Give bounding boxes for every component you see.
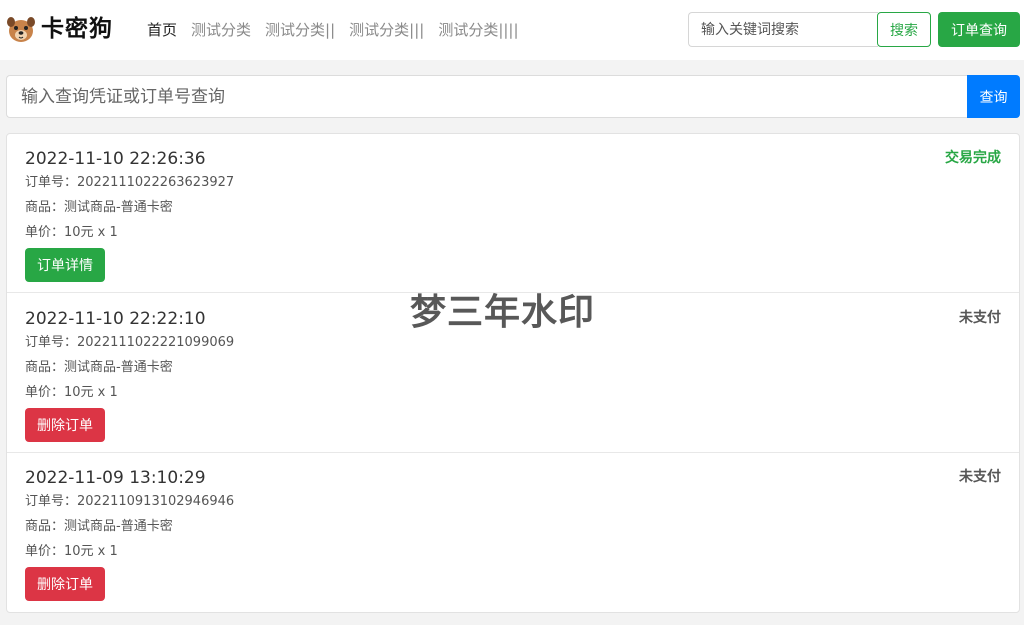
- nav-item-category-1[interactable]: 测试分类: [191, 20, 251, 40]
- order-status: 未支付: [959, 469, 1001, 485]
- dog-face-icon: [7, 17, 35, 42]
- order-time: 2022-11-10 22:26:36: [25, 149, 206, 169]
- nav-links: 首页 测试分类 测试分类|| 测试分类||| 测试分类||||: [147, 20, 533, 40]
- order-number: 订单号：2022111022263623927: [25, 175, 235, 190]
- delete-order-button[interactable]: 删除订单: [25, 567, 105, 601]
- order-number: 订单号：2022110913102946946: [25, 494, 235, 509]
- search-button[interactable]: 搜索: [877, 12, 931, 47]
- brand-name: 卡密狗: [41, 16, 113, 42]
- order-status: 未支付: [959, 310, 1001, 326]
- order-time: 2022-11-09 13:10:29: [25, 468, 206, 488]
- order-product: 商品：测试商品-普通卡密: [25, 200, 173, 215]
- keyword-search-input[interactable]: [688, 12, 878, 47]
- order-price: 单价：10元 x 1: [25, 225, 118, 240]
- order-product: 商品：测试商品-普通卡密: [25, 360, 173, 375]
- order-product: 商品：测试商品-普通卡密: [25, 519, 173, 534]
- nav-item-home[interactable]: 首页: [147, 20, 177, 40]
- delete-order-button[interactable]: 删除订单: [25, 408, 105, 442]
- order-time: 2022-11-10 22:22:10: [25, 309, 206, 329]
- order-card: 2022-11-10 22:22:10 未支付 订单号：202211102222…: [7, 294, 1019, 453]
- query-submit-button[interactable]: 查询: [967, 75, 1020, 118]
- order-detail-button[interactable]: 订单详情: [25, 248, 105, 282]
- order-query-input[interactable]: [6, 75, 968, 118]
- nav-item-category-4[interactable]: 测试分类||||: [438, 20, 518, 40]
- order-card: 2022-11-10 22:26:36 交易完成 订单号：20221110222…: [7, 134, 1019, 293]
- order-price: 单价：10元 x 1: [25, 385, 118, 400]
- order-status: 交易完成: [945, 150, 1001, 166]
- order-number: 订单号：2022111022221099069: [25, 335, 235, 350]
- order-price: 单价：10元 x 1: [25, 544, 118, 559]
- top-navbar: 卡密狗 首页 测试分类 测试分类|| 测试分类||| 测试分类|||| 搜索 订…: [0, 0, 1024, 60]
- order-card: 2022-11-09 13:10:29 未支付 订单号：202211091310…: [7, 453, 1019, 612]
- brand[interactable]: 卡密狗: [6, 14, 113, 44]
- nav-item-category-2[interactable]: 测试分类||: [265, 20, 335, 40]
- order-query-button[interactable]: 订单查询: [938, 12, 1020, 47]
- nav-item-category-3[interactable]: 测试分类|||: [349, 20, 424, 40]
- order-list: 2022-11-10 22:26:36 交易完成 订单号：20221110222…: [6, 133, 1020, 613]
